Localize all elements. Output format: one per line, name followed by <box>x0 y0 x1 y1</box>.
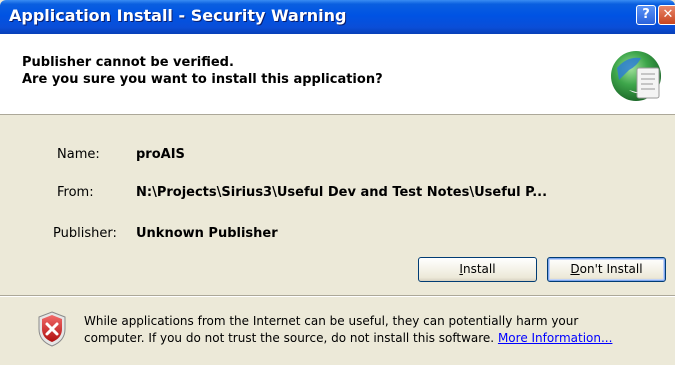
details-pane: Name: proAIS From: N:\Projects\Sirius3\U… <box>0 115 675 295</box>
install-label: nstall <box>462 262 496 276</box>
footer-pane: While applications from the Internet can… <box>0 297 675 365</box>
dont-install-label: on't Install <box>579 262 643 276</box>
close-icon: ✕ <box>662 7 674 22</box>
help-icon: ? <box>642 7 650 22</box>
close-button[interactable]: ✕ <box>658 5 675 25</box>
name-value: proAIS <box>136 147 185 162</box>
publisher-value: Unknown Publisher <box>136 226 278 241</box>
footer-warning-text: computer. If you do not trust the source… <box>84 331 495 345</box>
from-label: From: <box>57 185 94 200</box>
warning-heading: Publisher cannot be verified. <box>22 55 234 70</box>
title-bar[interactable]: Application Install - Security Warning ?… <box>0 0 675 34</box>
confirm-question: Are you sure you want to install this ap… <box>22 72 383 87</box>
footer-text-line1: While applications from the Internet can… <box>84 314 579 328</box>
publisher-label: Publisher: <box>53 226 117 241</box>
security-warning-dialog: Application Install - Security Warning ?… <box>0 0 675 365</box>
footer-text-line2: computer. If you do not trust the source… <box>84 331 612 345</box>
dont-install-accelerator: D <box>570 262 580 276</box>
name-label: Name: <box>57 147 100 162</box>
help-button[interactable]: ? <box>636 5 656 25</box>
dont-install-button[interactable]: Don't Install <box>547 257 666 282</box>
window-title: Application Install - Security Warning <box>9 6 347 25</box>
header-pane: Publisher cannot be verified. Are you su… <box>0 34 675 115</box>
install-button[interactable]: Install <box>418 257 537 282</box>
from-value: N:\Projects\Sirius3\Useful Dev and Test … <box>136 185 548 200</box>
more-information-link[interactable]: More Information... <box>498 331 612 345</box>
shield-warning-icon <box>38 311 66 347</box>
globe-install-icon <box>611 51 661 101</box>
